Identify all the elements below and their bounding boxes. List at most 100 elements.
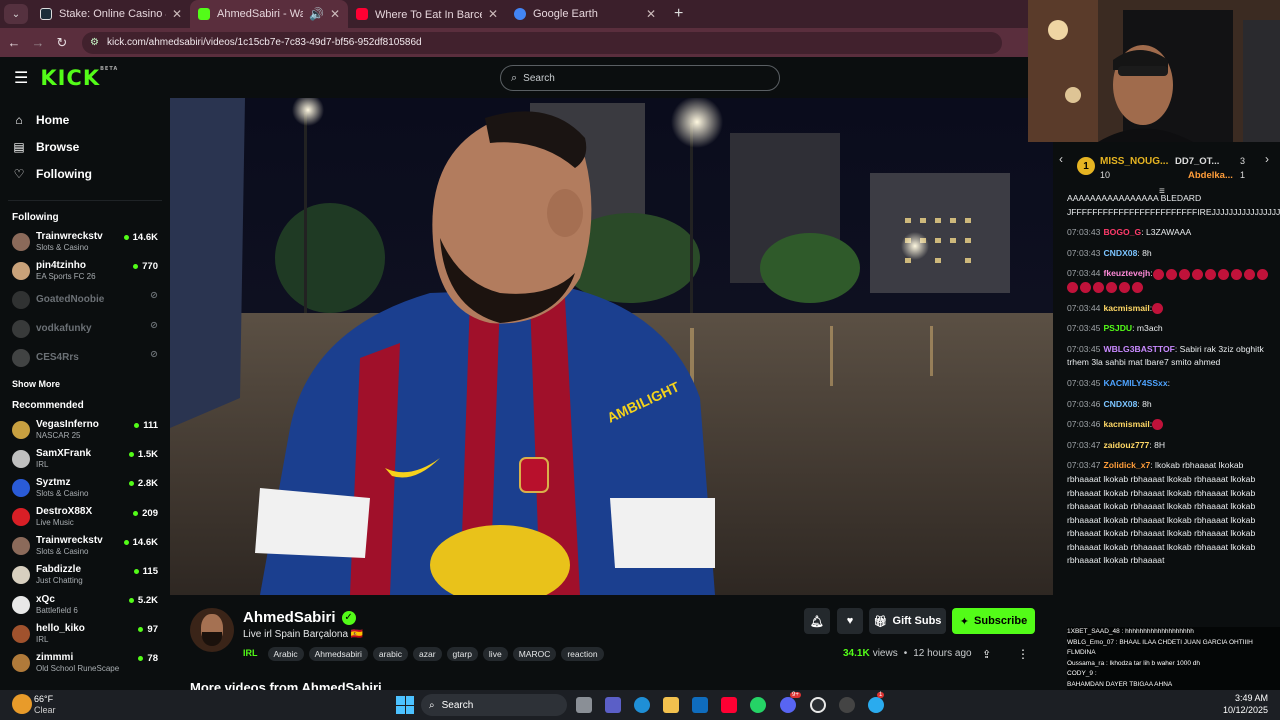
nav-browse[interactable]: ▤ Browse — [0, 133, 170, 160]
tag-chip[interactable]: Ahmedsabiri — [308, 647, 368, 661]
obs-icon[interactable] — [839, 697, 855, 713]
menu-icon[interactable]: ☰ — [14, 68, 28, 88]
channel-category: NASCAR 25 — [36, 430, 81, 440]
whatsapp-icon[interactable] — [750, 697, 766, 713]
tag-chip[interactable]: Arabic — [267, 647, 304, 661]
chat-username[interactable]: WBLG3BASTTOF — [1103, 344, 1174, 354]
close-tab-icon[interactable]: ✕ — [646, 7, 656, 21]
tab-kick-active[interactable]: AhmedSabiri - Watch the V 🔊 ✕ — [190, 0, 348, 28]
nav-following[interactable]: ♡ Following — [0, 160, 170, 187]
chat-message: 07:03:47 Zolidick_x7: lkokab rbhaaaat lko… — [1053, 459, 1280, 568]
tag-chip[interactable]: gtarp — [446, 647, 478, 661]
chat-username[interactable]: KACMILY4SSxx — [1103, 378, 1167, 388]
chat-username[interactable]: CNDX08 — [1103, 248, 1137, 258]
url-field[interactable]: ⚙ kick.com/ahmedsabiri/videos/1c15cb7e-7… — [82, 31, 1002, 54]
top-gifter-name[interactable]: MISS_NOUG... — [1100, 156, 1168, 167]
forward-arrow-icon[interactable]: → — [26, 35, 50, 50]
close-tab-icon[interactable]: ✕ — [330, 7, 340, 21]
home-icon: ⌂ — [15, 112, 23, 127]
more-options-icon[interactable]: ⋮ — [1017, 647, 1029, 661]
tag-chip[interactable]: azar — [413, 647, 442, 661]
chat-username[interactable]: kacmismail — [1103, 419, 1149, 429]
weather-moon-icon[interactable] — [12, 694, 32, 714]
tab-stake[interactable]: Stake: Online Casino & Sports B ✕ — [32, 0, 190, 28]
channel-avatar[interactable] — [190, 608, 234, 652]
outlook-icon[interactable] — [692, 697, 708, 713]
sidebar-channel[interactable]: Fabdizzle Just Chatting 115 — [0, 561, 170, 590]
viewer-count: 115 — [133, 566, 158, 577]
sidebar-channel[interactable]: Syztmz Slots & Casino 2.8K — [0, 473, 170, 502]
tag-chip[interactable]: MAROC — [512, 647, 557, 661]
channel-avatar — [12, 349, 30, 368]
site-info-icon[interactable]: ⚙ — [90, 37, 99, 48]
tab-google-earth[interactable]: Google Earth ✕ — [506, 0, 664, 28]
speaker-icon[interactable]: 🔊 — [309, 7, 324, 21]
sidebar-channel[interactable]: zimmmi Old School RuneScape 78 — [0, 648, 170, 677]
chat-username[interactable]: CNDX08 — [1103, 399, 1137, 409]
notification-bell-button[interactable]: 🔔︎ — [804, 608, 830, 634]
task-view-icon[interactable] — [576, 697, 592, 713]
sidebar-channel[interactable]: Trainwreckstv Slots & Casino 14.6K — [0, 532, 170, 561]
new-tab-button[interactable]: + — [674, 5, 683, 23]
live-dot — [128, 481, 134, 487]
sidebar-channel[interactable]: GoatedNoobie ⊘ — [0, 285, 170, 314]
sidebar-channel[interactable]: hello_kiko IRL 97 — [0, 619, 170, 648]
edge-icon[interactable] — [634, 697, 650, 713]
sidebar-channel[interactable]: VegasInferno NASCAR 25 111 — [0, 415, 170, 444]
chat-message: AAAAAAAAAAAAAAAA BLEDARD JFFFFFFFFFFFFFF… — [1053, 194, 1280, 219]
beta-badge: BETA — [100, 65, 119, 72]
kick-favicon-icon — [198, 8, 210, 20]
tab-youtube[interactable]: Where To Eat In Barcelona 🇪🇸📍 ✕ — [348, 0, 506, 28]
follow-button[interactable]: ♥ — [837, 608, 863, 634]
kick-logo[interactable]: KICKBETA — [40, 66, 118, 90]
weather-temp[interactable]: 66°F — [34, 694, 53, 704]
chat-messages: AAAAAAAAAAAAAAAA BLEDARD JFFFFFFFFFFFFFF… — [1053, 194, 1280, 690]
tag-chip[interactable]: reaction — [561, 647, 604, 661]
sidebar-channel[interactable]: Trainwreckstv Slots & Casino 14.6K — [0, 227, 170, 256]
chevron-left-icon[interactable]: ‹ — [1059, 152, 1063, 166]
file-explorer-icon[interactable] — [663, 697, 679, 713]
gifter-2-name[interactable]: DD7_OT... — [1175, 156, 1219, 167]
close-tab-icon[interactable]: ✕ — [172, 7, 182, 21]
tag-chip[interactable]: live — [482, 647, 508, 661]
discord-icon[interactable] — [780, 697, 796, 713]
gifter-3-value: 1 — [1240, 170, 1246, 180]
chat-username[interactable]: zaidouz777 — [1103, 440, 1149, 450]
chat-username[interactable]: Zolidick_x7 — [1103, 460, 1150, 470]
chat-username[interactable]: PSJDU — [1103, 323, 1132, 333]
youtube-icon[interactable] — [721, 697, 737, 713]
sidebar-channel[interactable]: vodkafunky ⊘ — [0, 315, 170, 344]
sidebar-channel[interactable]: SamXFrank IRL 1.5K — [0, 444, 170, 473]
clock-time[interactable]: 3:49 AM — [1212, 693, 1268, 703]
tab-search-dropdown[interactable]: ⌄ — [4, 4, 28, 24]
search-input[interactable]: ⌕ Search — [500, 65, 780, 91]
sidebar-channel[interactable]: CES4Rrs ⊘ — [0, 344, 170, 373]
back-arrow-icon[interactable]: ← — [2, 35, 26, 50]
sidebar-channel[interactable]: DestroX88X Live Music 209 — [0, 503, 170, 532]
teams-icon[interactable] — [605, 697, 621, 713]
chrome-icon[interactable] — [810, 697, 826, 713]
windows-start-icon[interactable] — [396, 696, 414, 714]
emote-icon — [1165, 268, 1177, 280]
chevron-right-icon[interactable]: › — [1265, 152, 1269, 166]
chat-username[interactable]: BOGO_G — [1103, 227, 1141, 237]
show-more-link[interactable]: Show More — [0, 373, 170, 395]
tab-title: Stake: Online Casino & Sports B — [59, 8, 166, 20]
video-player[interactable]: AMBILIGHT — [170, 98, 1053, 595]
subscribe-button[interactable]: ✦ Subscribe — [952, 608, 1035, 634]
nav-home[interactable]: ⌂ Home — [0, 106, 170, 133]
taskbar-search[interactable]: ⌕ Search — [421, 694, 567, 716]
category-link[interactable]: IRL — [243, 648, 258, 658]
gift-subs-button[interactable]: 🎁︎ Gift Subs — [869, 608, 946, 634]
close-tab-icon[interactable]: ✕ — [488, 7, 498, 21]
reload-icon[interactable]: ↻ — [50, 35, 74, 51]
tag-chip[interactable]: arabic — [372, 647, 408, 661]
chat-username[interactable]: fkeuztevejh — [1103, 268, 1150, 278]
chat-username[interactable]: kacmismail — [1103, 303, 1149, 313]
gifter-3-name[interactable]: Abdelka... — [1188, 170, 1233, 181]
telegram-icon[interactable] — [868, 697, 884, 713]
share-icon[interactable]: ⇪ — [982, 648, 991, 661]
channel-name[interactable]: AhmedSabiri — [243, 609, 336, 626]
sidebar-channel[interactable]: pin4tzinho EA Sports FC 26 770 — [0, 256, 170, 285]
sidebar-channel[interactable]: xQc Battlefield 6 5.2K — [0, 590, 170, 619]
